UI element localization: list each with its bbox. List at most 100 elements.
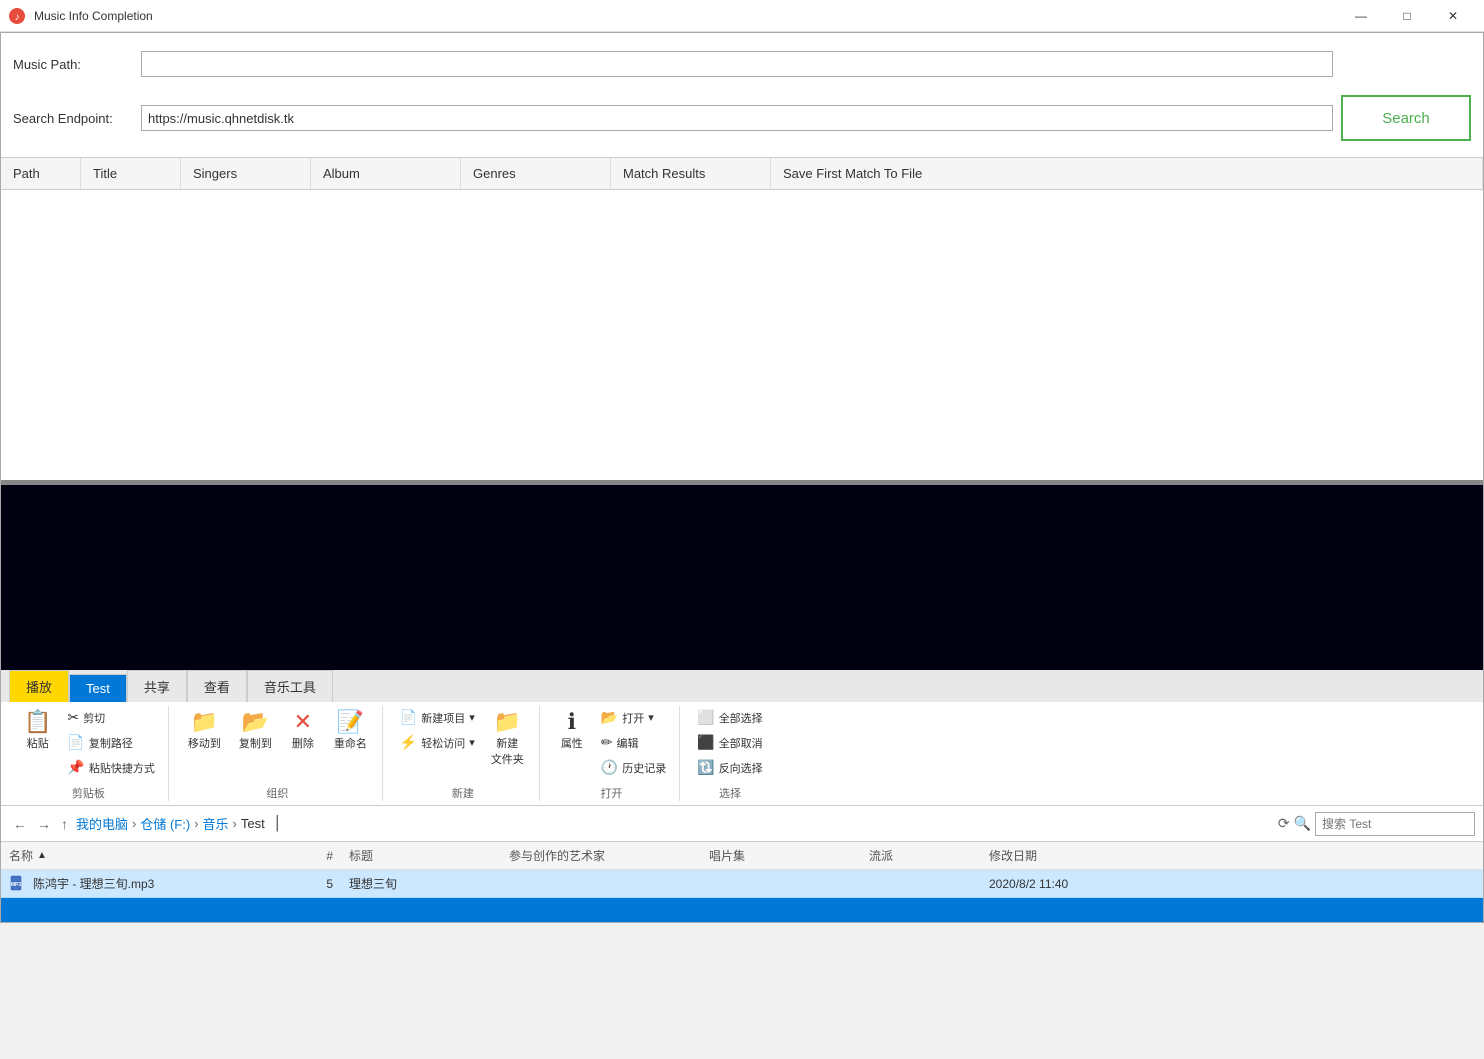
- search-addr-button[interactable]: 🔍: [1294, 815, 1311, 832]
- search-endpoint-row: Search Endpoint: Search: [13, 95, 1471, 141]
- breadcrumb-computer[interactable]: 我的电脑: [76, 814, 128, 833]
- refresh-button[interactable]: ⟳: [1278, 815, 1290, 832]
- rename-button[interactable]: 📝 重命名: [327, 706, 374, 756]
- music-path-row: Music Path:: [13, 41, 1471, 87]
- copy-to-button[interactable]: 📂 复制到: [232, 706, 279, 756]
- sort-arrow-icon: ▲: [37, 850, 47, 861]
- col-genres: Genres: [461, 158, 611, 189]
- nav-forward-button[interactable]: →: [33, 814, 55, 834]
- minimize-button[interactable]: —: [1338, 0, 1384, 32]
- file-date-cell: 2020/8/2 11:40: [981, 877, 1483, 891]
- col-match-results: Match Results: [611, 158, 771, 189]
- invert-selection-button[interactable]: 🔃 反向选择: [692, 756, 767, 779]
- title-bar-left: ♪ Music Info Completion: [8, 7, 153, 25]
- status-bar: [1, 898, 1483, 922]
- col-album: Album: [311, 158, 461, 189]
- search-endpoint-input[interactable]: [141, 105, 1333, 131]
- paste-button[interactable]: 📋 粘贴: [17, 706, 58, 756]
- easy-access-button[interactable]: ⚡ 轻松访问 ▾: [395, 731, 480, 754]
- open-col: 📂 打开 ▾ ✏ 编辑 🕐 历史记录: [596, 706, 671, 779]
- delete-icon: ✕: [294, 711, 312, 733]
- cursor-indicator: ▏: [277, 815, 288, 832]
- clipboard-label: 剪贴板: [72, 781, 105, 801]
- table-row[interactable]: MP3 陈鸿宇 - 理想三旬.mp3 5 理想三旬 2020/8/2 11:40: [1, 870, 1483, 898]
- organize-label: 组织: [266, 781, 288, 801]
- cut-button[interactable]: ✂ 剪切: [62, 706, 159, 729]
- music-path-input[interactable]: [141, 51, 1333, 77]
- col-header-name[interactable]: 名称 ▲: [1, 847, 281, 864]
- dropdown-arrow-icon2: ▾: [469, 736, 475, 749]
- breadcrumb-drive[interactable]: 仓储 (F:): [140, 814, 190, 833]
- select-all-button[interactable]: ⬜ 全部选择: [692, 706, 767, 729]
- tab-test[interactable]: Test: [69, 674, 127, 702]
- delete-button[interactable]: ✕ 删除: [283, 706, 323, 756]
- history-button[interactable]: 🕐 历史记录: [596, 756, 671, 779]
- col-header-artist[interactable]: 参与创作的艺术家: [501, 847, 701, 864]
- open-icon: 📂: [601, 709, 618, 726]
- app-title: Music Info Completion: [34, 9, 153, 23]
- breadcrumb-sep2: ›: [194, 816, 198, 831]
- search-button[interactable]: Search: [1341, 95, 1471, 141]
- close-button[interactable]: ✕: [1430, 0, 1476, 32]
- breadcrumb: 我的电脑 › 仓储 (F:) › 音乐 › Test ▏: [76, 814, 1274, 833]
- ribbon-group-selection: ⬜ 全部选择 ⬛ 全部取消 🔃 反向选择 选择: [684, 706, 775, 801]
- dropdown-arrow-icon: ▾: [469, 711, 475, 724]
- easy-access-icon: ⚡: [400, 734, 417, 751]
- new-label: 新建: [452, 781, 474, 801]
- col-header-title[interactable]: 标题: [341, 847, 501, 864]
- copy-path-button[interactable]: 📄 复制路径: [62, 731, 159, 754]
- nav-up-button[interactable]: ↑: [57, 814, 72, 834]
- invert-selection-icon: 🔃: [697, 759, 714, 776]
- breadcrumb-music[interactable]: 音乐: [203, 814, 229, 833]
- paste-shortcut-button[interactable]: 📌 粘贴快捷方式: [62, 756, 159, 779]
- properties-button[interactable]: ℹ 属性: [552, 706, 592, 756]
- paste-icon: 📋: [24, 711, 51, 733]
- ribbon-group-new: 📄 新建项目 ▾ ⚡ 轻松访问 ▾ 📁 新建文件夹: [387, 706, 540, 801]
- deselect-all-icon: ⬛: [697, 734, 714, 751]
- selection-items: ⬜ 全部选择 ⬛ 全部取消 🔃 反向选择: [692, 706, 767, 779]
- open-button[interactable]: 📂 打开 ▾: [596, 706, 671, 729]
- col-header-date[interactable]: 修改日期: [981, 847, 1483, 864]
- mp3-file-icon: MP3: [9, 875, 27, 893]
- move-to-button[interactable]: 📁 移动到: [181, 706, 228, 756]
- col-header-genre[interactable]: 流派: [861, 847, 981, 864]
- ribbon-group-organize: 📁 移动到 📂 复制到 ✕ 删除 📝 重命名: [173, 706, 383, 801]
- tab-view[interactable]: 查看: [187, 670, 247, 702]
- paste-shortcut-icon: 📌: [67, 759, 84, 776]
- file-list: 名称 ▲ # 标题 参与创作的艺术家 唱片集 流派: [1, 842, 1483, 898]
- col-header-num[interactable]: #: [281, 849, 341, 863]
- ribbon-tabs: 播放 Test 共享 查看 音乐工具: [1, 670, 1483, 702]
- nav-back-button[interactable]: ←: [9, 814, 31, 834]
- svg-text:♪: ♪: [15, 12, 20, 23]
- organize-items: 📁 移动到 📂 复制到 ✕ 删除 📝 重命名: [181, 706, 374, 779]
- new-item-button[interactable]: 📄 新建项目 ▾: [395, 706, 480, 729]
- table-header: Path Title Singers Album Genres Match Re…: [1, 157, 1483, 190]
- app-window: Music Path: Search Endpoint: Search Path…: [0, 32, 1484, 923]
- select-all-icon: ⬜: [697, 709, 714, 726]
- col-header-album[interactable]: 唱片集: [701, 847, 861, 864]
- move-to-icon: 📁: [191, 711, 218, 733]
- breadcrumb-sep3: ›: [233, 816, 237, 831]
- edit-button[interactable]: ✏ 编辑: [596, 731, 671, 754]
- explorer-search-input[interactable]: [1315, 812, 1475, 836]
- col-singers: Singers: [181, 158, 311, 189]
- copy-path-icon: 📄: [67, 734, 84, 751]
- new-col: 📄 新建项目 ▾ ⚡ 轻松访问 ▾: [395, 706, 480, 754]
- new-folder-icon: 📁: [494, 711, 521, 733]
- tab-play[interactable]: 播放: [9, 670, 69, 702]
- cut-icon: ✂: [67, 709, 79, 726]
- tab-music-tools[interactable]: 音乐工具: [247, 670, 333, 702]
- breadcrumb-sep1: ›: [132, 816, 136, 831]
- title-bar-controls: — □ ✕: [1338, 0, 1476, 32]
- new-items: 📄 新建项目 ▾ ⚡ 轻松访问 ▾ 📁 新建文件夹: [395, 706, 531, 779]
- new-folder-button[interactable]: 📁 新建文件夹: [484, 706, 531, 772]
- dropdown-arrow-icon3: ▾: [648, 711, 654, 724]
- col-title: Title: [81, 158, 181, 189]
- deselect-all-button[interactable]: ⬛ 全部取消: [692, 731, 767, 754]
- tab-share[interactable]: 共享: [127, 670, 187, 702]
- music-path-label: Music Path:: [13, 57, 133, 72]
- clipboard-items: 📋 粘贴 ✂ 剪切 📄 复制路径 📌: [17, 706, 160, 779]
- selection-label: 选择: [719, 781, 741, 801]
- maximize-button[interactable]: □: [1384, 0, 1430, 32]
- search-endpoint-label: Search Endpoint:: [13, 111, 133, 126]
